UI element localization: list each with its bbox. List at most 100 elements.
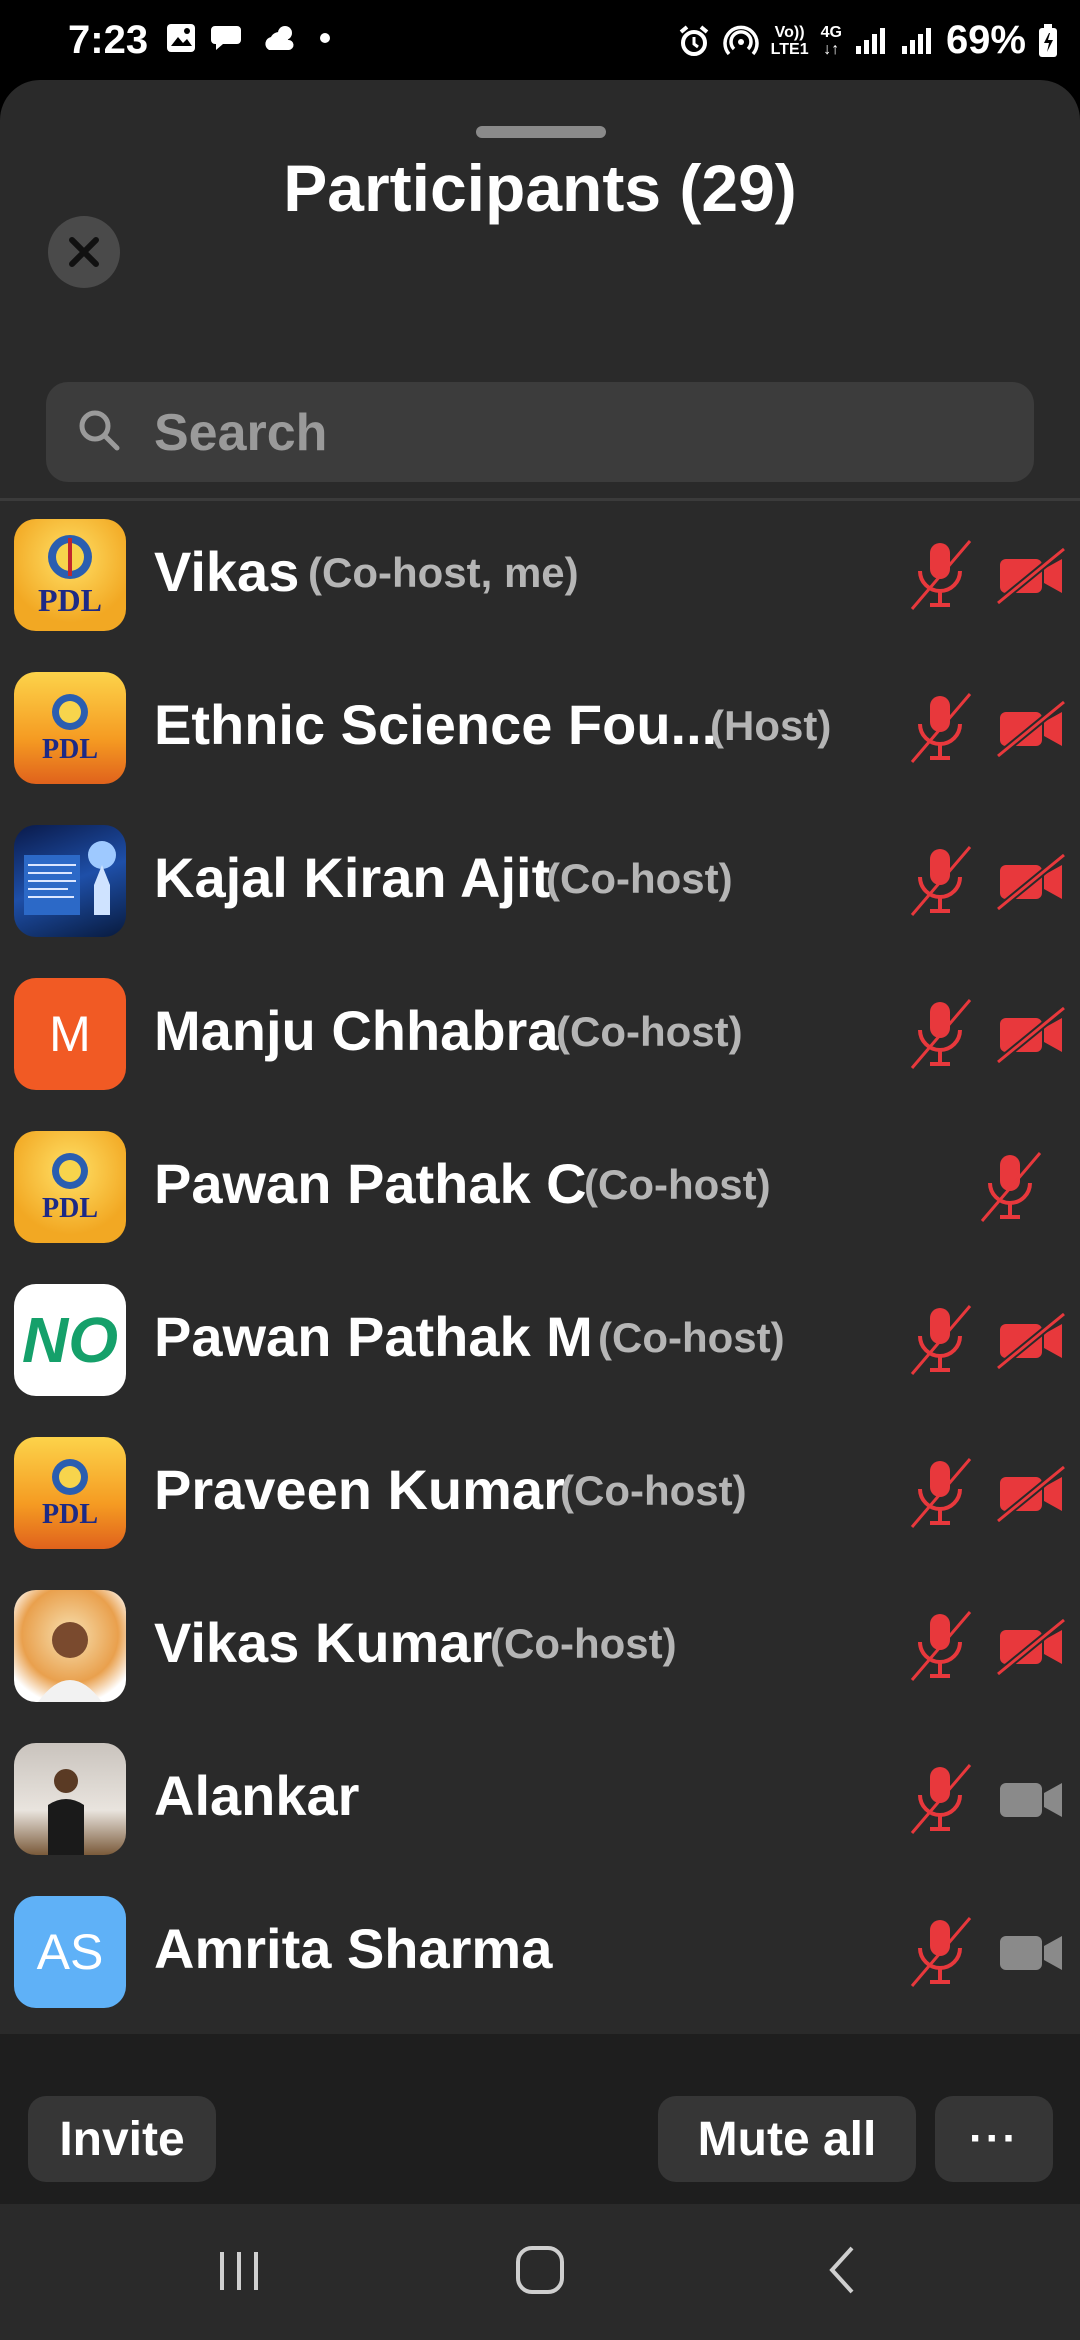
avatar-initials: M bbox=[49, 1006, 91, 1062]
mic-muted-icon[interactable] bbox=[908, 998, 972, 1070]
avatar-initials: AS bbox=[36, 1924, 104, 1980]
participant-role: (Co-host) bbox=[584, 1161, 771, 1208]
drag-handle[interactable] bbox=[476, 126, 606, 138]
battery-icon bbox=[1039, 23, 1057, 57]
avatar-logo-text: PDL bbox=[42, 734, 98, 765]
more-options-button[interactable]: ··· bbox=[935, 2096, 1053, 2182]
recent-apps-icon[interactable] bbox=[216, 2248, 262, 2294]
page-title: Participants (29) bbox=[283, 151, 797, 225]
profile-photo bbox=[48, 1769, 84, 1855]
participant-name: Pawan Pathak C bbox=[154, 1152, 587, 1215]
participant-role: (Host) bbox=[710, 702, 832, 749]
footer-actions: Invite Mute all ··· bbox=[0, 2034, 1080, 2204]
avatar-logo-text: PDL bbox=[42, 1499, 98, 1530]
home-icon[interactable] bbox=[514, 2244, 566, 2296]
participant-row[interactable]: AS Amrita Sharma bbox=[0, 1878, 1080, 2031]
avatar: NO bbox=[14, 1284, 126, 1396]
invite-button[interactable]: Invite bbox=[28, 2096, 216, 2182]
search-bar[interactable] bbox=[46, 382, 1034, 482]
avatar: PDL bbox=[14, 1131, 126, 1243]
video-off-icon[interactable] bbox=[996, 1310, 1066, 1370]
mic-muted-icon[interactable] bbox=[908, 1610, 972, 1682]
video-off-icon[interactable] bbox=[996, 851, 1066, 911]
participant-name: Vikas bbox=[154, 540, 300, 603]
4g-indicator: 4G ↓↑ bbox=[820, 23, 842, 58]
participant-row[interactable]: Vikas Kumar (Co-host) bbox=[0, 1572, 1080, 1725]
participant-role: (Co-host, me) bbox=[308, 549, 579, 596]
participant-row[interactable]: NO Pawan Pathak M (Co-host) bbox=[0, 1266, 1080, 1419]
signal-icon bbox=[855, 27, 885, 54]
participant-row[interactable]: Kajal Kiran Ajit (Co-host) bbox=[0, 807, 1080, 960]
participant-name: Alankar bbox=[154, 1764, 360, 1827]
participant-role: (Co-host) bbox=[560, 1467, 747, 1514]
poster-image bbox=[24, 841, 116, 915]
avatar bbox=[14, 1743, 126, 1855]
participant-role: (Co-host) bbox=[598, 1314, 785, 1361]
gallery-icon bbox=[167, 24, 195, 52]
participant-role: (Co-host) bbox=[490, 1620, 677, 1667]
system-navigation-bar bbox=[0, 2204, 1080, 2340]
weather-icon bbox=[265, 26, 294, 50]
avatar-logo-text: PDL bbox=[38, 581, 102, 618]
avatar: AS bbox=[14, 1896, 126, 2008]
video-camera-icon[interactable] bbox=[996, 1769, 1066, 1829]
logo-icon bbox=[52, 1459, 88, 1495]
video-off-icon[interactable] bbox=[996, 1004, 1066, 1064]
participant-row[interactable]: PDL Ethnic Science Fou... (Host) bbox=[0, 654, 1080, 807]
participants-sheet: Participants (29) PDL Vikas (Co-host, me… bbox=[0, 80, 1080, 2204]
hotspot-icon bbox=[722, 25, 759, 55]
system-icons: Vo)) LTE1 4G ↓↑ 69% bbox=[677, 18, 1058, 63]
participant-row[interactable]: M Manju Chhabra (Co-host) bbox=[0, 960, 1080, 1113]
participant-name: Manju Chhabra bbox=[154, 999, 559, 1062]
signal-icon-2 bbox=[901, 27, 931, 54]
mic-muted-icon[interactable] bbox=[908, 1457, 972, 1529]
avatar bbox=[14, 1590, 126, 1702]
volte-indicator: Vo)) LTE1 bbox=[770, 23, 809, 58]
dot-icon bbox=[320, 33, 330, 43]
mic-muted-icon[interactable] bbox=[908, 1763, 972, 1835]
logo-icon bbox=[52, 1153, 88, 1189]
back-icon[interactable] bbox=[822, 2244, 862, 2296]
participant-name: Ethnic Science Fou... bbox=[154, 693, 718, 756]
mute-all-button[interactable]: Mute all bbox=[658, 2096, 916, 2182]
participant-row[interactable]: PDL Praveen Kumar (Co-host) bbox=[0, 1419, 1080, 1572]
avatar: PDL bbox=[14, 519, 126, 631]
participant-name: Kajal Kiran Ajit bbox=[154, 846, 551, 909]
battery-percent: 69% bbox=[945, 18, 1026, 62]
video-off-icon[interactable] bbox=[996, 545, 1066, 605]
logo-icon bbox=[48, 534, 92, 579]
mic-muted-icon[interactable] bbox=[908, 845, 972, 917]
status-bar: 7:23 Vo)) LTE1 4G ↓↑ 69% bbox=[0, 0, 1080, 80]
avatar: M bbox=[14, 978, 126, 1090]
video-camera-icon[interactable] bbox=[996, 1922, 1066, 1982]
alarm-icon bbox=[679, 24, 708, 56]
mic-muted-icon[interactable] bbox=[908, 539, 972, 611]
participant-role: (Co-host) bbox=[556, 1008, 743, 1055]
mic-muted-icon[interactable] bbox=[908, 692, 972, 764]
chat-icon bbox=[211, 26, 241, 50]
close-icon bbox=[69, 237, 99, 267]
participant-role: (Co-host) bbox=[546, 855, 733, 902]
mic-muted-icon[interactable] bbox=[978, 1151, 1042, 1223]
mic-muted-icon[interactable] bbox=[908, 1916, 972, 1988]
video-off-icon[interactable] bbox=[996, 698, 1066, 758]
participant-name: Pawan Pathak M bbox=[154, 1305, 593, 1368]
participant-name: Amrita Sharma bbox=[154, 1917, 553, 1980]
logo-icon bbox=[52, 694, 88, 730]
avatar-logo-text: PDL bbox=[42, 1193, 98, 1224]
avatar: PDL bbox=[14, 672, 126, 784]
participant-row[interactable]: Alankar bbox=[0, 1725, 1080, 1878]
mic-muted-icon[interactable] bbox=[908, 1304, 972, 1376]
search-input[interactable] bbox=[152, 398, 1016, 468]
participant-row[interactable]: PDL Pawan Pathak C (Co-host) bbox=[0, 1113, 1080, 1266]
profile-photo bbox=[38, 1622, 102, 1702]
participant-name: Vikas Kumar bbox=[154, 1611, 493, 1674]
video-off-icon[interactable] bbox=[996, 1463, 1066, 1523]
notification-icons bbox=[165, 22, 335, 54]
search-icon bbox=[79, 410, 120, 451]
close-button[interactable] bbox=[48, 216, 120, 288]
video-off-icon[interactable] bbox=[996, 1616, 1066, 1676]
participant-name: Praveen Kumar bbox=[154, 1458, 565, 1521]
participant-row[interactable]: PDL Vikas (Co-host, me) bbox=[0, 501, 1080, 654]
avatar bbox=[14, 825, 126, 937]
